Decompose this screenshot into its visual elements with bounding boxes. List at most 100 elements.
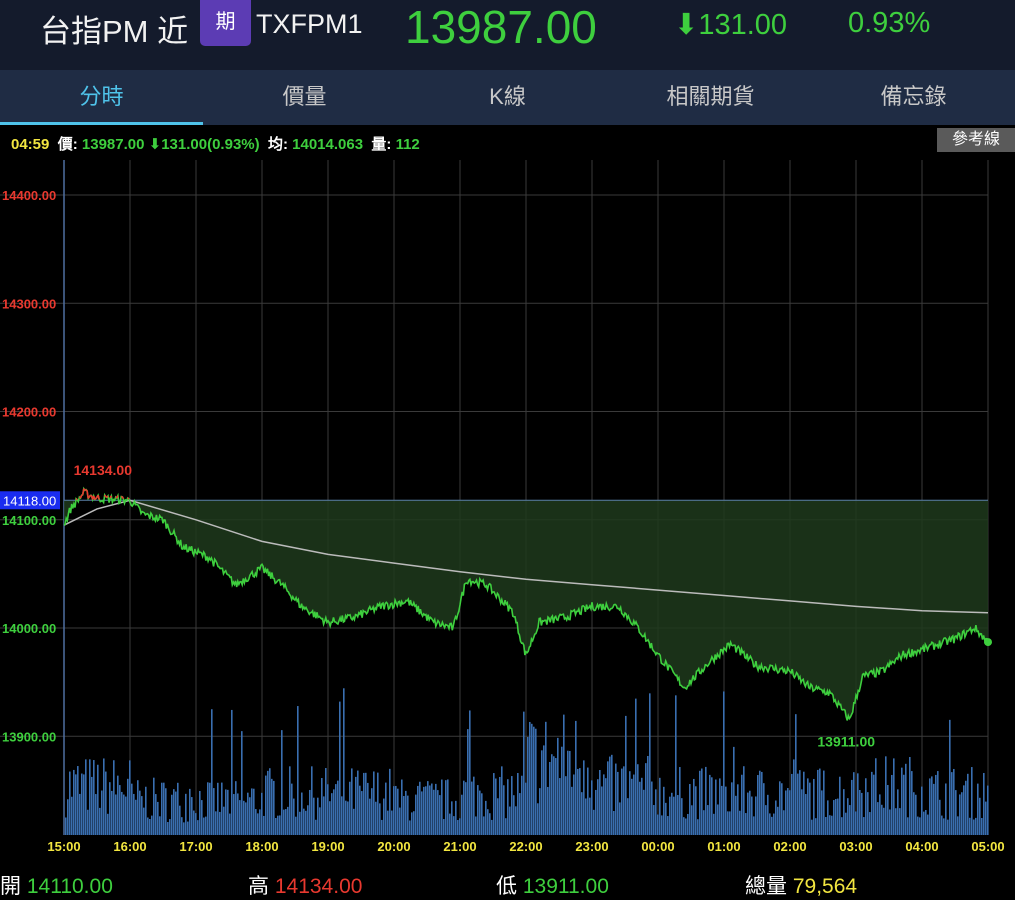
info-price-label: 價:: [57, 136, 78, 153]
volume-bar: [225, 789, 227, 835]
volume-bar: [655, 789, 657, 835]
volume-bar: [891, 774, 893, 835]
volume-bar: [95, 794, 97, 835]
volume-bar: [329, 801, 331, 835]
volume-bar: [771, 816, 773, 835]
volume-bar: [673, 796, 675, 835]
volume-bar: [209, 782, 211, 835]
volume-bar: [355, 776, 357, 835]
volume-bar: [791, 773, 793, 835]
volume-bar: [389, 768, 391, 835]
volume-bar: [843, 789, 845, 835]
price-up-segment: [94, 497, 97, 501]
volume-bar: [701, 768, 703, 835]
tab-related-futures[interactable]: 相關期貨: [609, 70, 812, 125]
volume-bar: [453, 816, 455, 835]
volume-bar: [555, 758, 557, 835]
volume-bar: [161, 782, 163, 835]
volume-bar: [981, 818, 983, 835]
reference-line-button[interactable]: 參考線: [937, 128, 1015, 152]
volume-bar: [445, 780, 447, 835]
volume-bar: [959, 794, 961, 835]
volume-bar: [669, 796, 671, 835]
volume-bar: [205, 816, 207, 835]
volume-bar: [733, 746, 735, 835]
low-label: 低: [496, 875, 517, 898]
volume-bar: [713, 813, 715, 835]
volume-bar: [761, 771, 763, 835]
volume-bar: [721, 785, 723, 835]
volume-bar: [357, 770, 359, 835]
volume-bar: [583, 760, 585, 835]
tab-kline[interactable]: K線: [406, 70, 609, 125]
volume-bar: [349, 781, 351, 835]
volume-bar: [653, 805, 655, 835]
tab-bar: 分時 價量 K線 相關期貨 備忘錄: [0, 70, 1015, 125]
instrument-code: TXFPM1: [256, 9, 363, 39]
info-price: 13987.00: [81, 136, 145, 153]
volume-bar: [439, 795, 441, 835]
volume-bar: [295, 816, 297, 835]
volume-bar: [141, 796, 143, 835]
volume-bar: [683, 817, 685, 835]
volume-bar: [917, 816, 919, 835]
volume-bar: [347, 801, 349, 835]
volume-bar: [867, 792, 869, 835]
volume-bar: [929, 778, 931, 835]
volume-bar: [505, 818, 507, 835]
volume-bar: [553, 756, 555, 835]
volume-bar: [517, 773, 519, 835]
volume-bar: [697, 819, 699, 835]
volume-bar: [353, 808, 355, 835]
price-up-segment: [121, 496, 125, 500]
volume-bar: [473, 776, 475, 835]
volume-bar: [69, 771, 71, 835]
volume-bar: [585, 798, 587, 835]
volume-bar: [177, 782, 179, 835]
volume-bar: [545, 721, 547, 835]
volume-bar: [915, 794, 917, 835]
volume-bar: [951, 772, 953, 835]
y-tick-label: 14300.00: [2, 296, 56, 311]
volume-bar: [123, 794, 125, 835]
volume-bar: [143, 807, 145, 835]
volume-bar: [317, 797, 319, 835]
volume-bar: [731, 782, 733, 835]
volume-bar: [127, 778, 129, 835]
volume-bar: [271, 778, 273, 835]
volume-bar: [325, 768, 327, 835]
volume-bar: [985, 801, 987, 835]
volume-bar: [145, 786, 147, 835]
volume-bar: [529, 721, 531, 835]
volume-bar: [925, 809, 927, 835]
volume-bar: [237, 793, 239, 835]
volume-bar: [469, 710, 471, 835]
volume-bar: [773, 813, 775, 835]
volume-bar: [337, 780, 339, 835]
volume-bar: [837, 798, 839, 835]
volume-bar: [245, 802, 247, 835]
volume-bar: [465, 782, 467, 835]
volume-bar: [455, 800, 457, 835]
volume-bar: [113, 760, 115, 835]
volume-bar: [923, 811, 925, 835]
volume-bar: [777, 806, 779, 835]
volume-bar: [215, 811, 217, 835]
volume-bar: [551, 754, 553, 835]
volume-bar: [103, 758, 105, 835]
high-label: 14134.00: [74, 462, 133, 478]
x-tick-label: 18:00: [245, 839, 278, 854]
last-price: 13987.00: [405, 1, 597, 53]
x-tick-label: 16:00: [113, 839, 146, 854]
volume-bar: [93, 760, 95, 835]
info-time: 04:59: [11, 136, 50, 153]
volume-bar: [515, 806, 517, 835]
volume-bar: [137, 780, 139, 835]
volume-bar: [787, 788, 789, 835]
tab-intraday[interactable]: 分時: [0, 70, 203, 125]
volume-bar: [535, 728, 537, 835]
volume-bar: [437, 790, 439, 835]
tab-memo[interactable]: 備忘錄: [812, 70, 1015, 125]
volume-bar: [747, 792, 749, 835]
tab-price-volume[interactable]: 價量: [203, 70, 406, 125]
